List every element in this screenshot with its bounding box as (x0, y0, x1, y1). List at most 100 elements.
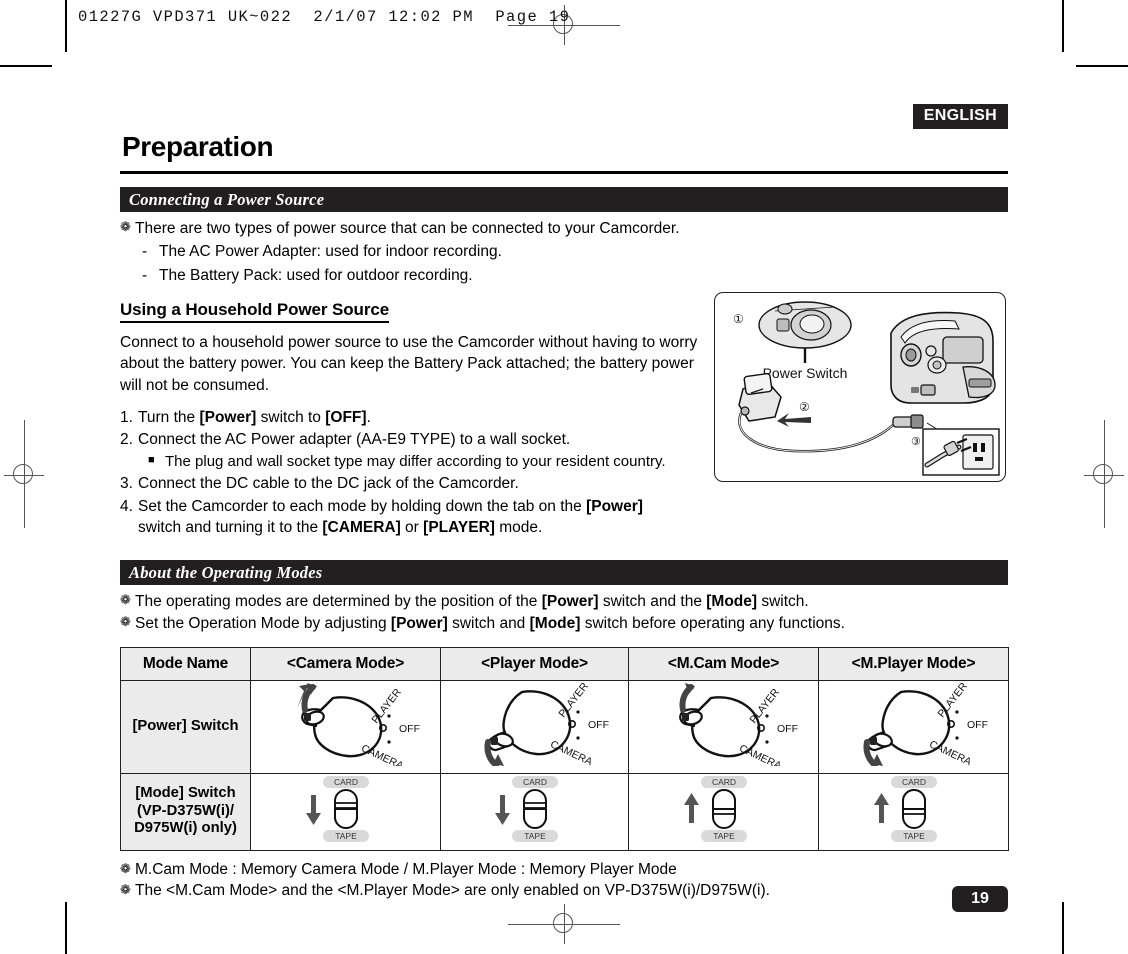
svg-text:OFF: OFF (777, 723, 798, 735)
table-header-cell: <Camera Mode> (250, 646, 441, 681)
bullet-text: The operating modes are determined by th… (135, 593, 809, 611)
flower-bullet-icon: ❁ (120, 882, 131, 898)
mode-switch-mplayer-mode: CARD TAPE (818, 772, 1009, 851)
dash-text: The AC Power Adapter: used for indoor re… (159, 243, 502, 261)
svg-text:CAMERA: CAMERA (927, 738, 973, 766)
dash-item: - The Battery Pack: used for outdoor rec… (120, 265, 1008, 287)
bullet-text: There are two types of power source that… (135, 220, 680, 237)
svg-text:PLAYER: PLAYER (935, 682, 970, 720)
camcorder-illustration (890, 311, 996, 404)
row-label-power-switch: [Power] Switch (120, 679, 251, 774)
step-item: 1. Turn the [Power] switch to [OFF]. (120, 407, 720, 428)
crop-mark-top-left-vertical (65, 0, 67, 52)
svg-text:PLAYER: PLAYER (556, 682, 591, 720)
registration-rule-bottom (508, 923, 620, 925)
step-sub-note: ■ The plug and wall socket type may diff… (120, 452, 720, 473)
bullet-text: Set the Operation Mode by adjusting [Pow… (135, 615, 845, 633)
svg-text:CAMERA: CAMERA (359, 742, 405, 766)
flower-bullet-icon: ❁ (120, 219, 131, 234)
note-text: M.Cam Mode : Memory Camera Mode / M.Play… (135, 860, 677, 878)
svg-text:OFF: OFF (399, 723, 420, 735)
document-page: 01227G VPD371 UK~022 2/1/07 12:02 PM Pag… (0, 0, 1128, 954)
bullet-item: ❁ Set the Operation Mode by adjusting [P… (120, 613, 1008, 634)
title-divider (120, 171, 1008, 174)
power-dial-icon: PLAYER OFF CAMERA (863, 680, 988, 768)
mode-switch-icon: CARD TAPE (494, 776, 558, 842)
svg-text:TAPE: TAPE (903, 831, 925, 841)
power-dial-mplayer-mode: PLAYER OFF CAMERA (818, 679, 1009, 774)
note-item: ❁ M.Cam Mode : Memory Camera Mode / M.Pl… (120, 860, 1008, 881)
power-connection-illustration: ① Power Switch ② ③ (733, 301, 1000, 476)
operating-modes-table-wrap: Mode Name <Camera Mode> <Player Mode> <M… (120, 646, 1009, 851)
section-header-operating-modes: About the Operating Modes (120, 560, 1008, 586)
step-sub-note-text: The plug and wall socket type may differ… (165, 452, 666, 470)
svg-text:OFF: OFF (967, 719, 988, 731)
crop-mark-top-right-vertical (1062, 0, 1064, 52)
section-header-power-source-label: Connecting a Power Source (129, 189, 325, 209)
table-row: [Mode] Switch (VP-D375W(i)/ D975W(i) onl… (120, 772, 1009, 851)
crop-mark-bottom-right-vertical (1062, 902, 1064, 954)
step-item: 3. Connect the DC cable to the DC jack o… (120, 473, 720, 494)
registration-rule-right (1103, 420, 1105, 528)
subsection-heading: Using a Household Power Source (120, 300, 389, 324)
bullet-item: ❁ The operating modes are determined by … (120, 591, 1008, 612)
svg-text:TAPE: TAPE (713, 831, 735, 841)
step-item: 2. Connect the AC Power adapter (AA-E9 T… (120, 429, 720, 450)
flower-bullet-icon: ❁ (120, 592, 131, 608)
step-text: Turn the [Power] switch to [OFF]. (138, 408, 371, 426)
mode-switch-icon: CARD TAPE (873, 776, 937, 842)
table-header-cell: <M.Cam Mode> (628, 646, 819, 681)
svg-text:CARD: CARD (711, 777, 735, 787)
step-text: Connect the DC cable to the DC jack of t… (138, 475, 519, 493)
row-label-line: (VP-D375W(i)/ (136, 802, 234, 819)
note-text: The <M.Cam Mode> and the <M.Player Mode>… (135, 882, 770, 900)
svg-text:CARD: CARD (901, 777, 925, 787)
power-dial-player-mode: PLAYER OFF CAMERA (440, 679, 629, 774)
operating-modes-table: Mode Name <Camera Mode> <Player Mode> <M… (120, 646, 1009, 851)
power-dial-camera-mode: PLAYER OFF CAMERA (250, 679, 441, 774)
svg-text:OFF: OFF (588, 719, 609, 731)
step-text: Connect the AC Power adapter (AA-E9 TYPE… (138, 431, 571, 449)
flower-bullet-icon: ❁ (120, 614, 131, 630)
table-header-cell: <M.Player Mode> (818, 646, 1009, 681)
step-number: 2. (120, 431, 133, 449)
table-header-cell: Mode Name (120, 646, 251, 681)
power-dial-icon: PLAYER OFF CAMERA (484, 680, 609, 768)
svg-text:TAPE: TAPE (524, 831, 546, 841)
callout-3: ③ (911, 436, 921, 448)
table-header-row: Mode Name <Camera Mode> <Player Mode> <M… (120, 646, 1009, 681)
power-connection-figure: ① Power Switch ② ③ (714, 292, 1006, 482)
table-row: [Power] Switch PLAYER OFF CAMERA PLAYER … (120, 679, 1009, 774)
dash-item: - The AC Power Adapter: used for indoor … (120, 241, 1008, 263)
power-dial-icon: PLAYER OFF CAMERA (296, 683, 420, 772)
mode-switch-player-mode: CARD TAPE (440, 772, 629, 851)
callout-1: ① (733, 312, 744, 326)
mode-switch-icon: CARD TAPE (683, 776, 747, 842)
crop-mark-top-left-horizontal (0, 65, 52, 67)
page-title: Preparation (122, 131, 274, 162)
bullet-item: ❁ There are two types of power source th… (120, 218, 1008, 239)
power-dial-icon: PLAYER OFF CAMERA (678, 683, 798, 772)
row-label-line: [Mode] Switch (135, 785, 236, 802)
insert-arrow-icon (777, 413, 811, 427)
svg-text:CAMERA: CAMERA (737, 742, 783, 766)
language-badge: ENGLISH (912, 104, 1008, 129)
step-item: 4. Set the Camcorder to each mode by hol… (120, 496, 720, 517)
dash-bullet-icon: - (142, 243, 148, 261)
svg-text:TAPE: TAPE (335, 831, 357, 841)
steps-list: 1. Turn the [Power] switch to [OFF]. 2. … (120, 407, 720, 539)
crop-mark-top-right-horizontal (1076, 65, 1128, 67)
callout-2: ② (799, 400, 810, 414)
mode-switch-camera-mode: CARD TAPE (250, 772, 441, 851)
svg-text:PLAYER: PLAYER (747, 686, 782, 726)
dash-bullet-icon: - (142, 267, 148, 285)
step-number: 1. (120, 408, 133, 426)
step-text: Set the Camcorder to each mode by holdin… (138, 497, 643, 515)
flower-bullet-icon: ❁ (120, 860, 131, 876)
dc-jack-connector (892, 414, 924, 429)
registration-rule-left (23, 420, 25, 528)
crop-mark-bottom-left-vertical (65, 902, 67, 954)
footer-notes: ❁ M.Cam Mode : Memory Camera Mode / M.Pl… (120, 860, 1008, 912)
svg-text:PLAYER: PLAYER (369, 686, 404, 726)
dash-text: The Battery Pack: used for outdoor recor… (159, 267, 473, 285)
